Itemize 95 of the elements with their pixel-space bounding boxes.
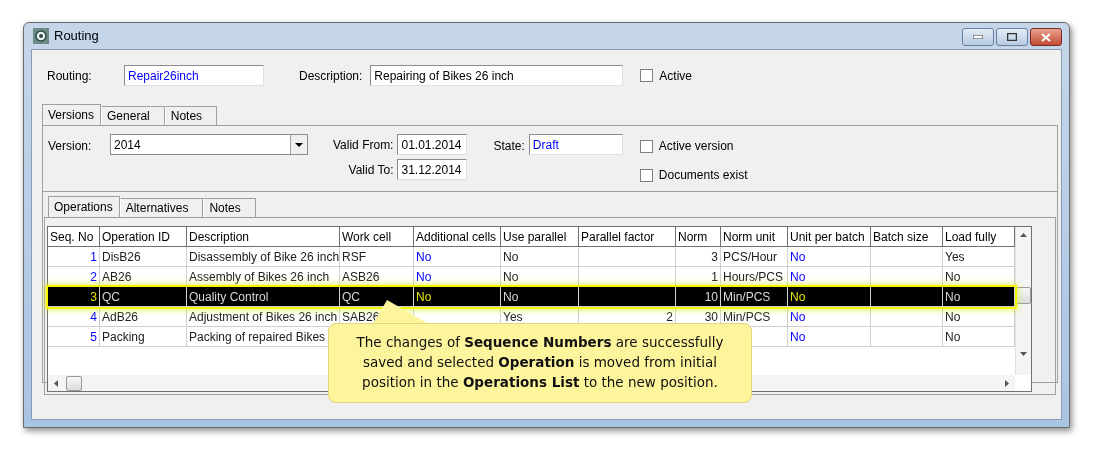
maximize-icon (1007, 33, 1017, 41)
table-cell-text: QC (342, 288, 360, 306)
scroll-thumb[interactable] (66, 375, 82, 391)
table-cell-text: PCS/Hour (723, 248, 778, 266)
tab[interactable]: Notes (164, 106, 218, 125)
column-header[interactable]: Seq. No (48, 227, 100, 247)
table-cell-text: No (945, 328, 961, 346)
table-cell-text: Min/PCS (723, 308, 771, 326)
table-cell-text: DisB26 (102, 248, 141, 266)
version-dropdown[interactable]: 2014 (110, 134, 308, 155)
column-header[interactable]: Unit per batch (788, 227, 871, 247)
field-label: Description: (299, 67, 363, 85)
minimize-button[interactable] (962, 28, 994, 46)
table-cell-text: AB26 (102, 268, 132, 286)
tab[interactable]: Alternatives (119, 198, 204, 217)
table-cell-text: No (416, 268, 432, 286)
column-header[interactable]: Batch size (871, 227, 943, 247)
table-cell-text: 2 (666, 308, 673, 326)
table-cell-text: Hours/PCS (723, 268, 784, 286)
column-header[interactable]: Norm (676, 227, 721, 247)
table-cell-text: Yes (945, 248, 965, 266)
close-button[interactable] (1030, 28, 1062, 46)
field-label: State: (493, 138, 525, 155)
table-row[interactable]: 3 QC Quality Control QC No No 10 Min/PCS No No (48, 287, 1015, 307)
table-cell-text: No (503, 268, 519, 286)
table-cell-text: ASB26 (342, 268, 380, 286)
column-header[interactable]: Use parallel (501, 227, 579, 247)
tab[interactable]: Operations (48, 196, 120, 217)
table-cell-text: No (945, 288, 961, 306)
table-cell-text: Disassembly of Bike 26 inch (189, 248, 340, 266)
table-cell-text: 2 (90, 268, 97, 286)
table-cell-text: Packing of repaired Bikes (189, 328, 326, 346)
table-cell-text: Adjustment of Bikes 26 inch (189, 308, 338, 326)
description-field[interactable]: Repairing of Bikes 26 inch (370, 65, 624, 86)
table-cell-text: Quality Control (189, 288, 269, 306)
table-cell-text: RSF (342, 248, 366, 266)
table-row[interactable]: 1 DisB26 Disassembly of Bike 26 inch RSF No No 3 PCS/Hour No Yes (48, 247, 1015, 267)
checkbox[interactable] (639, 168, 653, 182)
state-field[interactable]: Draft (528, 134, 623, 155)
field-label: Valid From: (333, 136, 394, 154)
tab[interactable]: Versions (42, 104, 102, 125)
caret-icon (295, 142, 303, 147)
table-cell-text: 4 (90, 308, 97, 326)
vertical-scrollbar[interactable] (1015, 227, 1031, 375)
checkbox-label: Active (659, 67, 693, 85)
table-cell-text: 30 (704, 308, 718, 326)
column-header[interactable]: Description (187, 227, 340, 247)
field-label: Valid To: (348, 161, 394, 179)
close-icon (1041, 32, 1051, 42)
date-field[interactable]: 01.01.2014 (397, 134, 468, 155)
scroll-down-icon (1020, 352, 1027, 356)
table-cell-text: No (790, 268, 806, 286)
scroll-up-icon (1020, 233, 1027, 237)
table-cell-text: No (790, 328, 806, 346)
date-field[interactable]: 31.12.2014 (397, 159, 468, 180)
tab[interactable]: Notes (203, 198, 256, 217)
checkbox[interactable] (639, 139, 653, 153)
table-cell-text: Yes (503, 308, 523, 326)
window-title: Routing (54, 27, 99, 46)
table-cell-text: 1 (90, 248, 97, 266)
table-cell-text: No (416, 248, 432, 266)
column-header[interactable]: Additional cells (414, 227, 501, 247)
table-cell-text: 10 (704, 288, 718, 306)
column-header[interactable]: Norm unit (721, 227, 788, 247)
table-cell-text: Packing (102, 328, 145, 346)
minimize-icon (973, 35, 983, 39)
table-cell-text: No (945, 308, 961, 326)
routing-field[interactable]: Repair26inch (124, 65, 264, 86)
table-cell-text: No (790, 288, 806, 306)
scroll-left-icon (54, 379, 58, 387)
column-header[interactable]: Operation ID (100, 227, 187, 247)
table-cell-text: No (945, 268, 961, 286)
table-cell-text: No (790, 248, 806, 266)
tab[interactable]: General (101, 106, 165, 125)
checkbox[interactable] (640, 69, 654, 82)
scroll-right-icon (1005, 379, 1009, 387)
column-header[interactable]: Parallel factor (579, 227, 676, 247)
maximize-button[interactable] (996, 28, 1028, 46)
table-cell-text: 3 (711, 248, 718, 266)
field-label: Routing: (46, 67, 93, 85)
table-cell-text: Min/PCS (723, 288, 771, 306)
table-cell-text: No (503, 288, 519, 306)
checkbox-label: Documents exist (658, 167, 748, 184)
table-cell-text: No (416, 288, 432, 306)
table-cell-text: 5 (90, 328, 97, 346)
column-header[interactable]: Work cell (340, 227, 414, 247)
table-cell-text: QC (102, 288, 120, 306)
table-cell-text: No (790, 308, 806, 326)
table-cell-text: AdB26 (102, 308, 139, 326)
table-cell-text: 3 (90, 288, 97, 306)
table-cell-text: No (503, 248, 519, 266)
table-cell-text: Assembly of Bikes 26 inch (189, 268, 330, 286)
table-cell-text: 1 (711, 268, 718, 286)
checkbox-label: Active version (658, 138, 734, 155)
field-label: Version: (48, 138, 93, 155)
